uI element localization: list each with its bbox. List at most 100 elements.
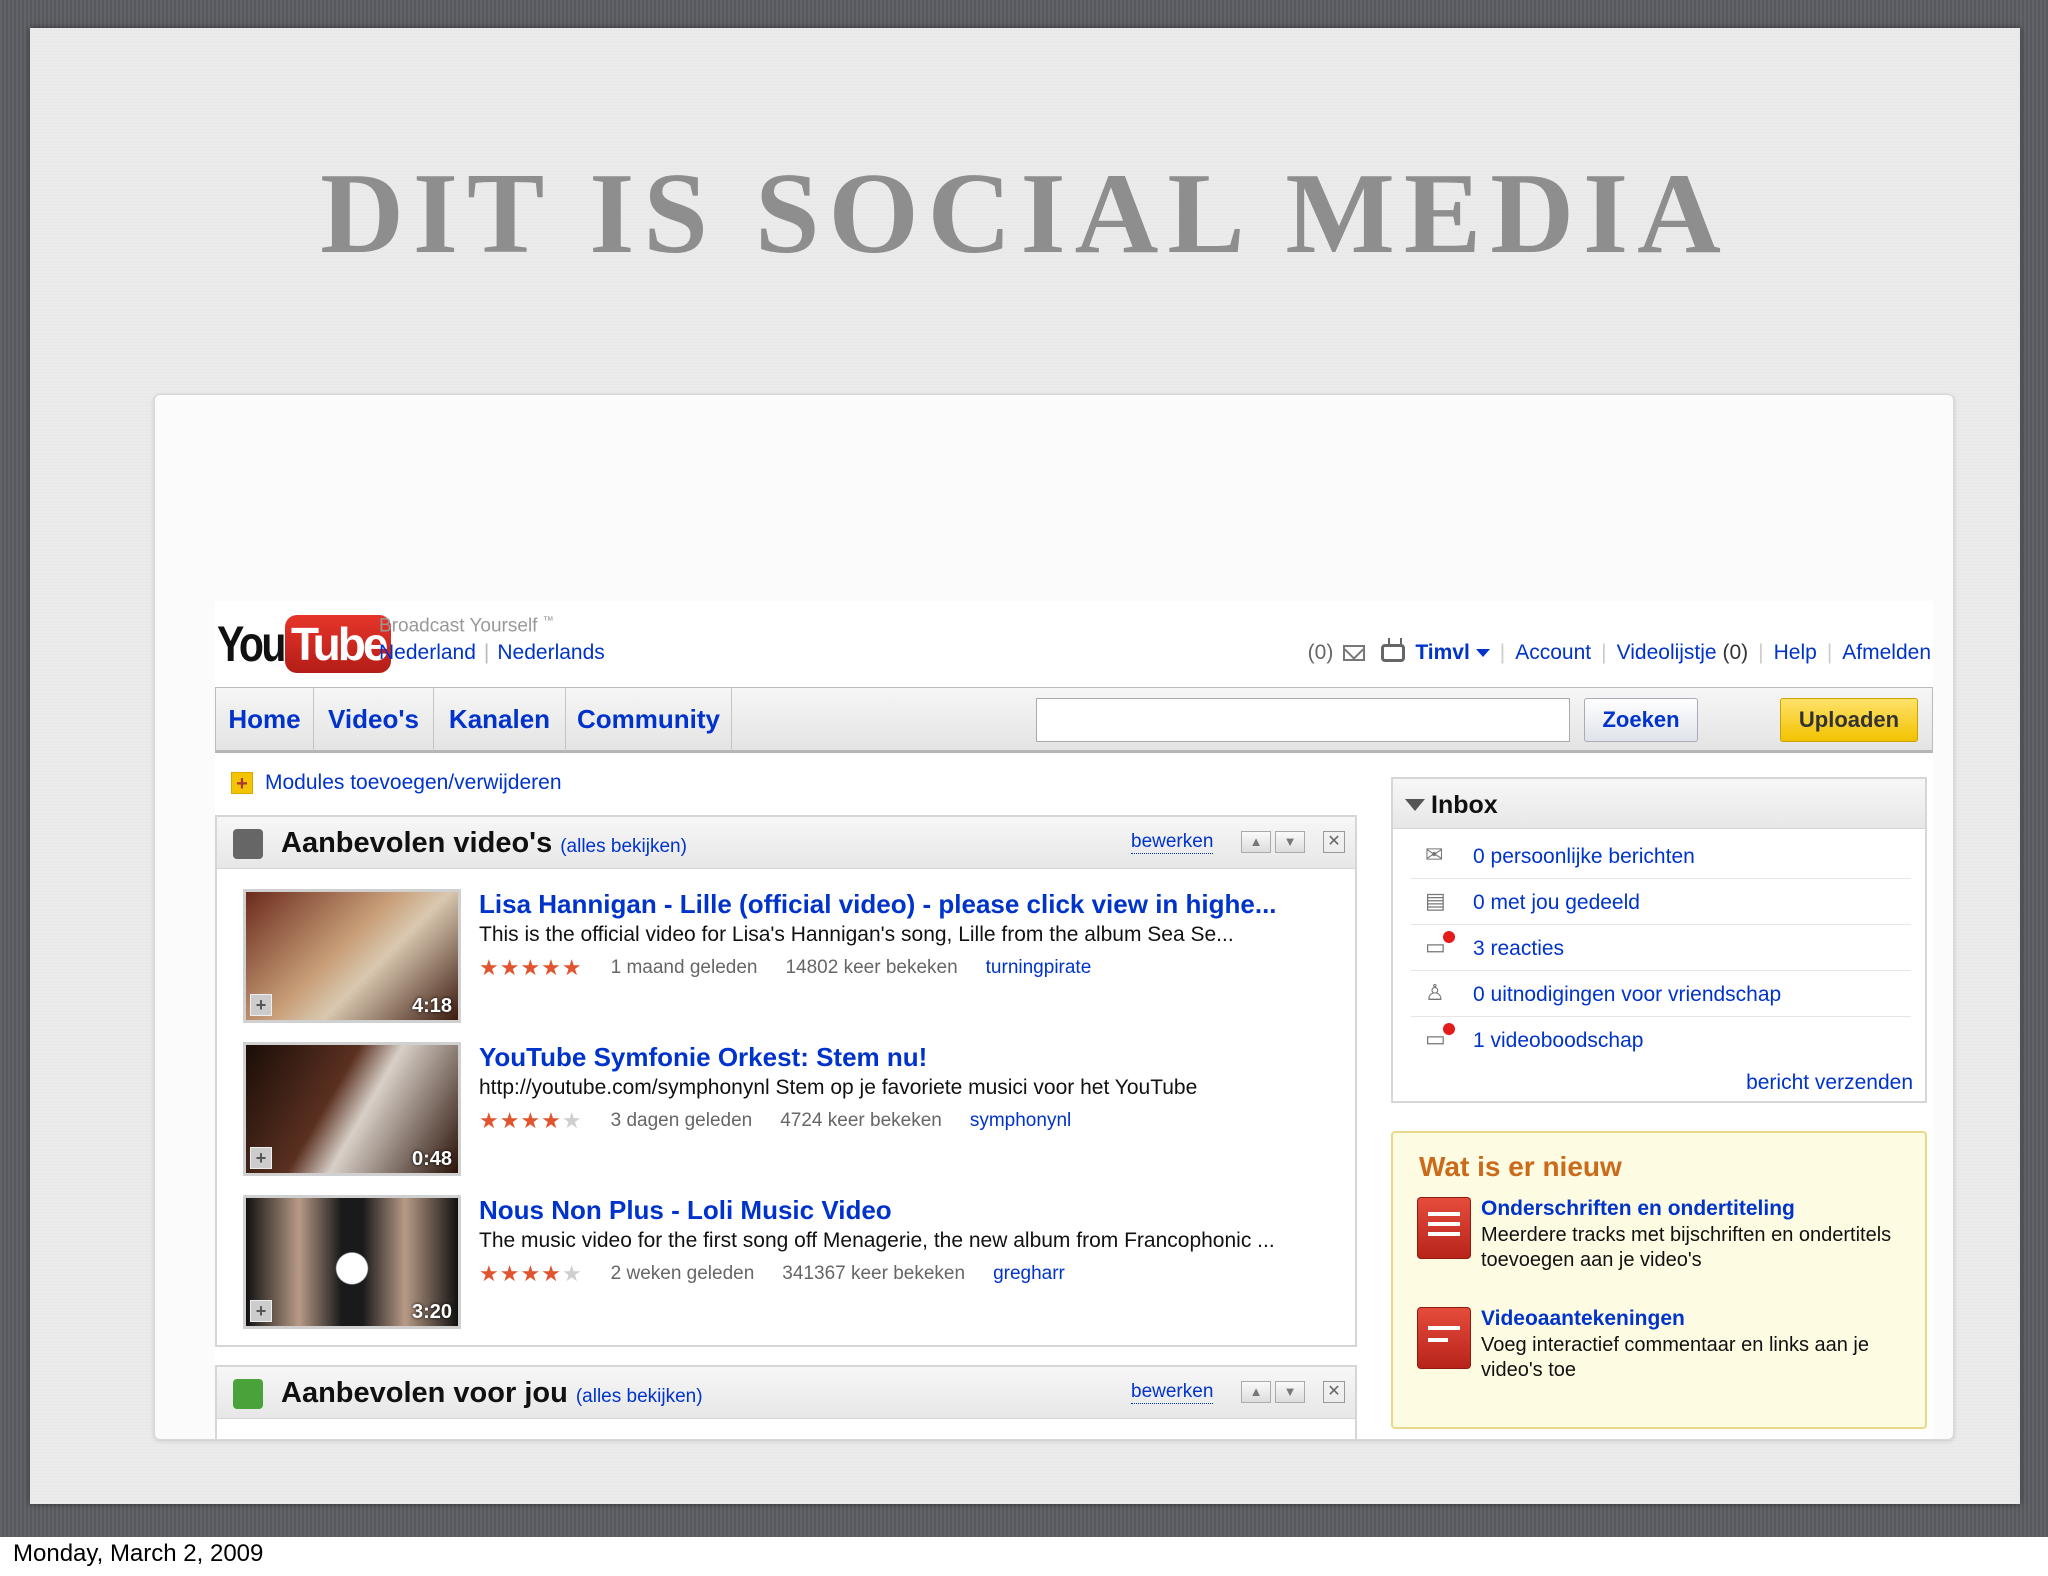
video-thumbnail[interactable]: + 0:48 (243, 1042, 461, 1176)
move-down-icon[interactable]: ▼ (1275, 1381, 1305, 1403)
plus-icon: + (231, 772, 253, 795)
video-meta: ★★★★★ 1 maand geleden 14802 keer bekeken… (479, 955, 1091, 981)
video-description: http://youtube.com/symphonynl Stem op je… (479, 1076, 1198, 1099)
help-link[interactable]: Help (1774, 641, 1817, 665)
video-views: 14802 keer bekeken (785, 957, 958, 978)
video-duration: 4:18 (411, 995, 452, 1017)
rating-stars: ★★★★★ (479, 1108, 583, 1133)
presentation-background: DIT IS SOCIAL MEDIA You Tube Broadcast Yo… (0, 0, 2048, 1537)
whats-new-panel: Wat is er nieuw Onderschriften en ondert… (1391, 1131, 1927, 1429)
edit-link[interactable]: bewerken (1131, 831, 1214, 854)
video-thumbnail[interactable]: + 4:18 (243, 889, 461, 1023)
video-user-link[interactable]: turningpirate (986, 957, 1092, 979)
upload-button[interactable]: Uploaden (1780, 698, 1918, 742)
inbox-row-video-messages[interactable]: ▭ 1 videoboodschap (1411, 1017, 1911, 1063)
locale-selector: Nederland | Nederlands (379, 641, 605, 665)
shared-icon: ▤ (1425, 888, 1446, 913)
separator: | (1601, 641, 1607, 664)
edit-link[interactable]: bewerken (1131, 1381, 1214, 1404)
close-icon[interactable]: ✕ (1323, 831, 1345, 853)
module-title: Aanbevolen video's (alles bekijken) (281, 827, 687, 860)
video-age: 3 dagen geleden (610, 1110, 753, 1131)
user-nav: (0) Timvl | Account | Videolijstje (0) |… (1308, 638, 1931, 665)
inbox-row-invitations[interactable]: ♙ 0 uitnodigingen voor vriendschap (1411, 971, 1911, 1017)
see-all-link[interactable]: (alles bekijken) (560, 836, 687, 857)
video-item: + 3:20 Nous Non Plus - Loli Music Video … (243, 1195, 1343, 1335)
inbox-row-shared[interactable]: ▤ 0 met jou gedeeld (1411, 879, 1911, 925)
collapse-triangle-icon[interactable] (1405, 799, 1425, 811)
module-title: Aanbevolen voor jou (alles bekijken) (281, 1377, 703, 1410)
video-thumbnail[interactable]: + 3:20 (243, 1195, 461, 1329)
video-description: This is the official video for Lisa's Ha… (479, 923, 1234, 946)
username-menu[interactable]: Timvl (1415, 641, 1490, 665)
tv-icon[interactable] (1381, 638, 1406, 662)
video-age: 1 maand geleden (610, 957, 758, 978)
move-up-icon[interactable]: ▲ (1241, 831, 1271, 853)
notification-dot (1443, 1023, 1455, 1035)
comment-icon: ▭ (1425, 931, 1455, 958)
separator: | (1826, 641, 1833, 664)
star-badge-icon (233, 829, 263, 859)
video-title[interactable]: YouTube Symfonie Orkest: Stem nu! (479, 1042, 927, 1073)
news-item-title[interactable]: Onderschriften en ondertiteling (1481, 1197, 1795, 1221)
recommended-videos-module: Aanbevolen video's (alles bekijken) bewer… (215, 815, 1357, 1347)
person-icon: ♙ (1425, 980, 1445, 1005)
add-icon[interactable]: + (250, 994, 272, 1016)
news-item-title[interactable]: Videoaantekeningen (1481, 1307, 1685, 1331)
move-up-icon[interactable]: ▲ (1241, 1381, 1271, 1403)
inbox-header[interactable]: Inbox (1393, 779, 1925, 829)
playlist-link[interactable]: Videolijstje (0) (1617, 641, 1749, 665)
video-user-link[interactable]: gregharr (993, 1263, 1065, 1285)
add-icon[interactable]: + (250, 1300, 272, 1322)
inbox-row-label: 0 uitnodigingen voor vriendschap (1473, 983, 1782, 1006)
inbox-row-comments[interactable]: ▭ 3 reacties (1411, 925, 1911, 971)
tab-videos[interactable]: Video's (314, 688, 434, 751)
search-button[interactable]: Zoeken (1584, 698, 1698, 742)
video-title[interactable]: Lisa Hannigan - Lille (official video) -… (479, 889, 1277, 920)
see-all-link[interactable]: (alles bekijken) (576, 1386, 703, 1407)
youtube-page: You Tube Broadcast Yourself ™ Nederland | N… (215, 601, 1933, 1439)
thumbs-up-icon (233, 1379, 263, 1409)
comment-icon: ▭ (1425, 1023, 1455, 1050)
move-down-icon[interactable]: ▼ (1275, 831, 1305, 853)
playlist-count: (0) (1722, 641, 1749, 664)
chevron-down-icon (1475, 649, 1490, 658)
modules-link-label: Modules toevoegen/verwijderen (265, 771, 562, 794)
video-title[interactable]: Nous Non Plus - Loli Music Video (479, 1195, 892, 1226)
inbox-row-messages[interactable]: ✉ 0 persoonlijke berichten (1411, 833, 1911, 879)
tab-home[interactable]: Home (216, 688, 314, 751)
screenshot-card: You Tube Broadcast Yourself ™ Nederland | N… (154, 394, 1954, 1440)
inbox-row-label: 3 reacties (1473, 937, 1565, 960)
trademark: ™ (542, 615, 554, 627)
account-link[interactable]: Account (1515, 641, 1591, 665)
module-title-text: Aanbevolen voor jou (281, 1377, 568, 1409)
search-input[interactable] (1036, 698, 1570, 742)
username: Timvl (1415, 641, 1470, 664)
logout-link[interactable]: Afmelden (1842, 641, 1931, 665)
tab-channels[interactable]: Kanalen (434, 688, 566, 751)
tab-community[interactable]: Community (566, 688, 732, 751)
rating-stars: ★★★★★ (479, 1261, 583, 1286)
video-item: + 4:18 Lisa Hannigan - Lille (official v… (243, 889, 1343, 1029)
youtube-logo[interactable]: You Tube (217, 615, 392, 673)
video-user-link[interactable]: symphonynl (970, 1110, 1071, 1132)
video-item: + 0:48 YouTube Symfonie Orkest: Stem nu!… (243, 1042, 1343, 1182)
envelope-icon[interactable] (1343, 645, 1366, 661)
add-icon[interactable]: + (250, 1147, 272, 1169)
captions-icon (1417, 1197, 1471, 1259)
inbox-count[interactable]: (0) (1308, 641, 1334, 665)
rating-stars: ★★★★★ (479, 955, 583, 980)
envelope-icon: ✉ (1425, 842, 1444, 867)
send-message-link[interactable]: bericht verzenden (1746, 1071, 1913, 1095)
language-link[interactable]: Nederlands (497, 641, 604, 664)
country-link[interactable]: Nederland (379, 641, 476, 664)
close-icon[interactable]: ✕ (1323, 1381, 1345, 1403)
whats-new-title: Wat is er nieuw (1419, 1151, 1622, 1182)
annotations-icon (1417, 1307, 1471, 1369)
module-header: Aanbevolen voor jou (alles bekijken) bewe… (217, 1367, 1355, 1419)
logo-tube: Tube (285, 615, 392, 673)
video-meta: ★★★★★ 3 dagen geleden 4724 keer bekeken … (479, 1108, 1071, 1134)
modules-link[interactable]: + Modules toevoegen/verwijderen (231, 771, 562, 795)
notification-dot (1443, 931, 1455, 943)
logo-you: You (217, 616, 286, 672)
